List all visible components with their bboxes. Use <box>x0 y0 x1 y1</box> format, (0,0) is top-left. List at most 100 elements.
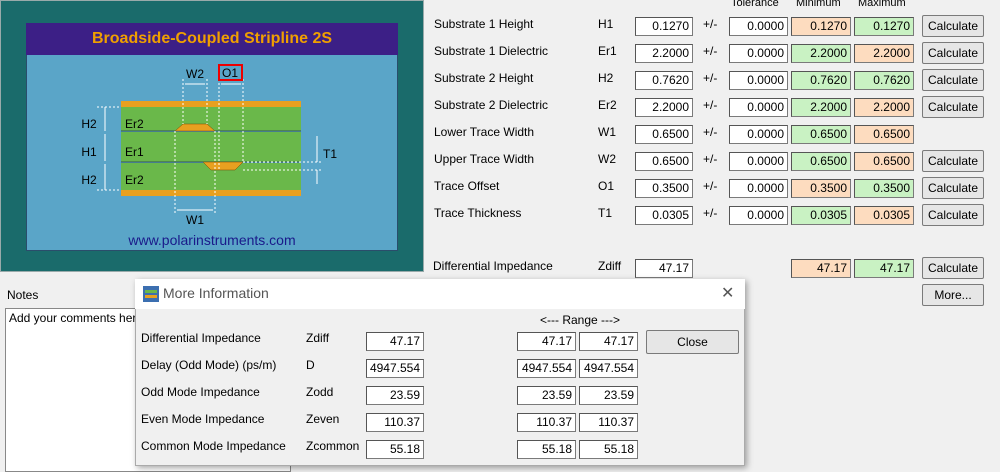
top-ground-plane <box>121 101 301 107</box>
dlg-zodd-symbol: Zodd <box>306 385 334 399</box>
dlg-zdiff-max[interactable]: 47.17 <box>579 332 638 351</box>
more-button[interactable]: More... <box>922 284 984 306</box>
er1-value-field[interactable]: 2.2000 <box>635 44 693 63</box>
dlg-zdiff-value[interactable]: 47.17 <box>366 332 424 351</box>
zdiff-max-field[interactable]: 47.17 <box>854 259 914 278</box>
er1-label: Substrate 1 Dielectric <box>434 44 549 58</box>
w2-label: W2 <box>186 67 204 81</box>
o1-label: O1 <box>222 66 238 80</box>
h1-max-field[interactable]: 0.1270 <box>854 17 914 36</box>
er2-max-field[interactable]: 2.2000 <box>854 98 914 117</box>
h1-min-field[interactable]: 0.1270 <box>791 17 851 36</box>
dlg-zcommon-label: Common Mode Impedance <box>141 439 286 453</box>
er2-symbol: Er2 <box>598 98 617 112</box>
w2-tolerance-field[interactable]: 0.0000 <box>729 152 788 171</box>
dialog-title: More Information <box>163 285 269 301</box>
er2-top-layer <box>121 104 301 131</box>
w2-label: Upper Trace Width <box>434 152 535 166</box>
h2-max-field[interactable]: 0.7620 <box>854 71 914 90</box>
dlg-d-max[interactable]: 4947.554 <box>579 359 638 378</box>
w2-symbol: W2 <box>598 152 616 166</box>
calculate-er1-button[interactable]: Calculate <box>922 42 984 64</box>
w1-label: W1 <box>186 213 204 227</box>
w1-symbol: W1 <box>598 125 616 139</box>
dlg-zeven-max[interactable]: 110.37 <box>579 413 638 432</box>
close-button[interactable]: Close <box>646 330 739 354</box>
er2-tolerance-field[interactable]: 0.0000 <box>729 98 788 117</box>
h2-tolerance-field[interactable]: 0.0000 <box>729 71 788 90</box>
h1-tolerance-field[interactable]: 0.0000 <box>729 17 788 36</box>
t1-value-field[interactable]: 0.0305 <box>635 206 693 225</box>
er2-value-field[interactable]: 2.2000 <box>635 98 693 117</box>
h2-label: Substrate 2 Height <box>434 71 534 85</box>
w2-value-field[interactable]: 0.6500 <box>635 152 693 171</box>
er2-top-label: Er2 <box>125 117 144 131</box>
h2-value-field[interactable]: 0.7620 <box>635 71 693 90</box>
dlg-zcommon-value[interactable]: 55.18 <box>366 440 424 459</box>
calculate-h1-button[interactable]: Calculate <box>922 15 984 37</box>
er2-plusminus: +/- <box>703 98 718 112</box>
calculate-zdiff-button[interactable]: Calculate <box>922 257 984 279</box>
dlg-zodd-min[interactable]: 23.59 <box>517 386 576 405</box>
o1-plusminus: +/- <box>703 179 718 193</box>
o1-label: Trace Offset <box>434 179 500 193</box>
o1-min-field[interactable]: 0.3500 <box>791 179 851 198</box>
dlg-zcommon-max[interactable]: 55.18 <box>579 440 638 459</box>
zdiff-value-field[interactable]: 47.17 <box>635 259 693 278</box>
t1-tolerance-field[interactable]: 0.0000 <box>729 206 788 225</box>
t1-min-field[interactable]: 0.0305 <box>791 206 851 225</box>
er1-plusminus: +/- <box>703 44 718 58</box>
dialog-title-bar[interactable]: More Information ✕ <box>135 279 745 309</box>
calculate-h2-button[interactable]: Calculate <box>922 69 984 91</box>
er1-max-field[interactable]: 2.2000 <box>854 44 914 63</box>
w1-max-field[interactable]: 0.6500 <box>854 125 914 144</box>
notes-label: Notes <box>7 288 39 302</box>
h1-value-field[interactable]: 0.1270 <box>635 17 693 36</box>
w2-max-field[interactable]: 0.6500 <box>854 152 914 171</box>
dlg-zdiff-min[interactable]: 47.17 <box>517 332 576 351</box>
t1-symbol: T1 <box>598 206 613 220</box>
er1-symbol: Er1 <box>598 44 617 58</box>
o1-max-field[interactable]: 0.3500 <box>854 179 914 198</box>
h1-label: H1 <box>81 145 97 159</box>
calculate-o1-button[interactable]: Calculate <box>922 177 984 199</box>
dlg-zcommon-min[interactable]: 55.18 <box>517 440 576 459</box>
t1-label: T1 <box>323 147 337 161</box>
er1-label: Er1 <box>125 145 144 159</box>
dlg-zeven-min[interactable]: 110.37 <box>517 413 576 432</box>
maximum-header: Maximum <box>858 0 906 9</box>
w1-value-field[interactable]: 0.6500 <box>635 125 693 144</box>
er1-min-field[interactable]: 2.2000 <box>791 44 851 63</box>
t1-plusminus: +/- <box>703 206 718 220</box>
dlg-zeven-symbol: Zeven <box>306 412 340 426</box>
dlg-zdiff-label: Differential Impedance <box>141 331 261 345</box>
er2-min-field[interactable]: 2.2000 <box>791 98 851 117</box>
dlg-d-value[interactable]: 4947.554 <box>366 359 424 378</box>
w1-min-field[interactable]: 0.6500 <box>791 125 851 144</box>
t1-max-field[interactable]: 0.0305 <box>854 206 914 225</box>
dlg-d-min[interactable]: 4947.554 <box>517 359 576 378</box>
dlg-zeven-value[interactable]: 110.37 <box>366 413 424 432</box>
dlg-zodd-label: Odd Mode Impedance <box>141 385 260 399</box>
calculate-w2-button[interactable]: Calculate <box>922 150 984 172</box>
h2-symbol: H2 <box>598 71 614 85</box>
zdiff-min-field[interactable]: 47.17 <box>791 259 851 278</box>
w1-plusminus: +/- <box>703 125 718 139</box>
h1-plusminus: +/- <box>703 17 718 31</box>
h2-min-field[interactable]: 0.7620 <box>791 71 851 90</box>
o1-value-field[interactable]: 0.3500 <box>635 179 693 198</box>
close-icon[interactable]: ✕ <box>721 283 734 302</box>
w1-tolerance-field[interactable]: 0.0000 <box>729 125 788 144</box>
er2-bottom-label: Er2 <box>125 173 144 187</box>
dlg-zodd-value[interactable]: 23.59 <box>366 386 424 405</box>
calculate-t1-button[interactable]: Calculate <box>922 204 984 226</box>
o1-tolerance-field[interactable]: 0.0000 <box>729 179 788 198</box>
calculate-er2-button[interactable]: Calculate <box>922 96 984 118</box>
w1-label: Lower Trace Width <box>434 125 535 139</box>
h2-bottom-label: H2 <box>81 173 97 187</box>
dlg-zodd-max[interactable]: 23.59 <box>579 386 638 405</box>
er1-tolerance-field[interactable]: 0.0000 <box>729 44 788 63</box>
w2-min-field[interactable]: 0.6500 <box>791 152 851 171</box>
o1-symbol: O1 <box>598 179 615 193</box>
dlg-d-label: Delay (Odd Mode) (ps/m) <box>141 358 277 372</box>
